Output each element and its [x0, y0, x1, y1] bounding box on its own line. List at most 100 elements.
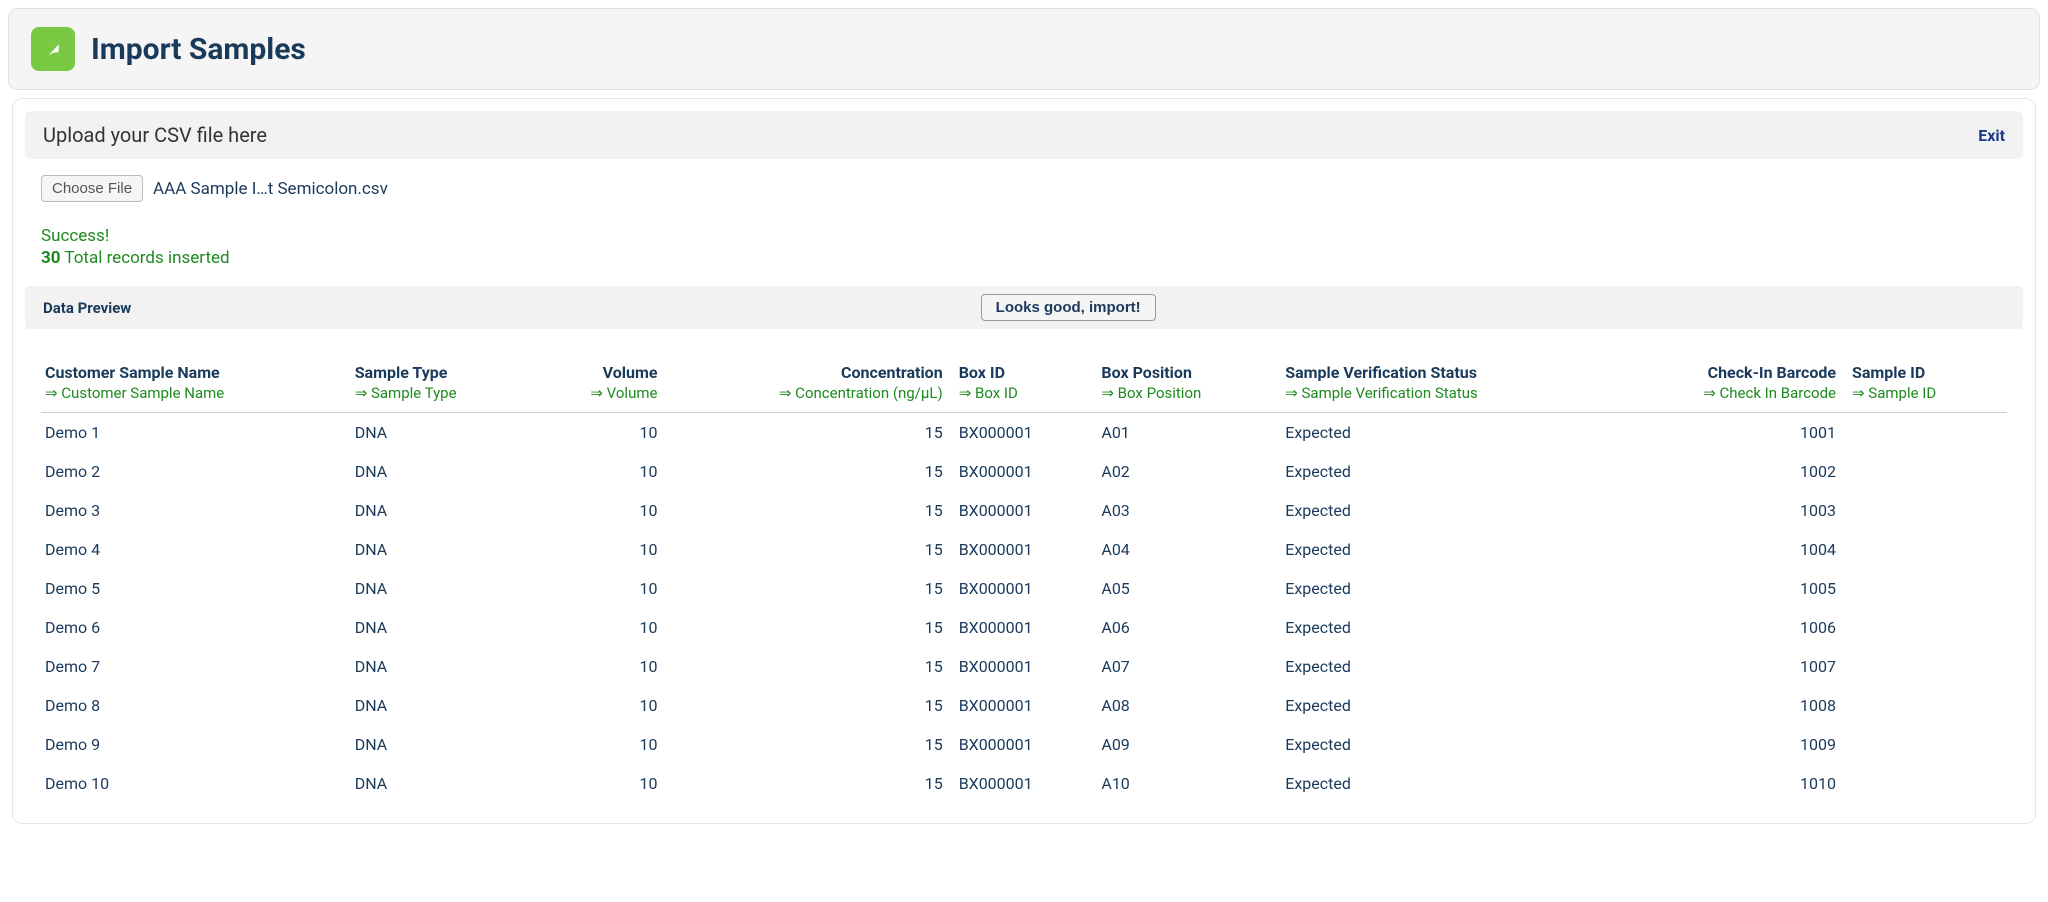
column-mapping: ⇒ Box Position: [1101, 384, 1269, 402]
column-mapping: ⇒ Concentration (ng/µL): [673, 384, 942, 402]
table-cell: 10: [538, 569, 670, 608]
table-row: Demo 1DNA1015BX000001A01Expected1001: [41, 413, 2007, 453]
table-cell: DNA: [351, 608, 538, 647]
table-cell: Demo 2: [41, 452, 351, 491]
table-cell: A07: [1097, 647, 1281, 686]
table-cell: 10: [538, 686, 670, 725]
table-cell: 15: [669, 686, 954, 725]
table-cell: 1010: [1612, 764, 1848, 803]
column-header: Sample Verification Status⇒ Sample Verif…: [1281, 359, 1612, 413]
table-cell: BX000001: [955, 686, 1098, 725]
table-cell: DNA: [351, 569, 538, 608]
page-header: Import Samples: [8, 8, 2040, 90]
table-cell: [1848, 686, 2007, 725]
table-row: Demo 4DNA1015BX000001A04Expected1004: [41, 530, 2007, 569]
selected-filename: AAA Sample I…t Semicolon.csv: [153, 179, 388, 199]
table-cell: Demo 9: [41, 725, 351, 764]
table-cell: BX000001: [955, 608, 1098, 647]
column-label: Sample Type: [355, 363, 448, 382]
table-cell: Demo 7: [41, 647, 351, 686]
preview-center: Looks good, import!: [131, 294, 2005, 321]
column-header: Volume ⇒ Volume: [538, 359, 670, 413]
column-label: Volume: [603, 363, 658, 382]
table-cell: BX000001: [955, 491, 1098, 530]
table-cell: DNA: [351, 725, 538, 764]
table-cell: 1001: [1612, 413, 1848, 453]
table-cell: 1007: [1612, 647, 1848, 686]
table-cell: DNA: [351, 686, 538, 725]
table-cell: [1848, 725, 2007, 764]
table-cell: 1006: [1612, 608, 1848, 647]
table-cell: DNA: [351, 452, 538, 491]
table-cell: 10: [538, 725, 670, 764]
table-row: Demo 3DNA1015BX000001A03Expected1003: [41, 491, 2007, 530]
table-cell: [1848, 530, 2007, 569]
file-chooser-row: Choose File AAA Sample I…t Semicolon.csv: [41, 175, 2007, 202]
table-cell: 15: [669, 569, 954, 608]
table-cell: 10: [538, 608, 670, 647]
table-cell: DNA: [351, 413, 538, 453]
column-label: Customer Sample Name: [45, 363, 220, 382]
table-cell: Expected: [1281, 413, 1612, 453]
import-button[interactable]: Looks good, import!: [981, 294, 1156, 321]
table-cell: 1009: [1612, 725, 1848, 764]
table-cell: A02: [1097, 452, 1281, 491]
records-inserted: 30 Total records inserted: [41, 248, 2007, 268]
table-cell: Expected: [1281, 530, 1612, 569]
table-row: Demo 10DNA1015BX000001A10Expected1010: [41, 764, 2007, 803]
column-label: Check-In Barcode: [1708, 363, 1836, 382]
table-cell: 15: [669, 764, 954, 803]
column-mapping: ⇒ Volume: [542, 384, 658, 402]
exit-link[interactable]: Exit: [1978, 126, 2005, 145]
leaf-icon: [40, 36, 66, 62]
column-mapping: ⇒ Sample Type: [355, 384, 526, 402]
table-cell: Expected: [1281, 452, 1612, 491]
table-cell: DNA: [351, 647, 538, 686]
table-cell: [1848, 764, 2007, 803]
table-cell: 10: [538, 764, 670, 803]
column-header: Box ID⇒ Box ID: [955, 359, 1098, 413]
table-cell: 15: [669, 725, 954, 764]
table-cell: Demo 4: [41, 530, 351, 569]
table-cell: [1848, 647, 2007, 686]
table-cell: Demo 8: [41, 686, 351, 725]
column-header: Sample Type ⇒ Sample Type: [351, 359, 538, 413]
table-cell: 10: [538, 491, 670, 530]
table-cell: Demo 5: [41, 569, 351, 608]
table-cell: A04: [1097, 530, 1281, 569]
app-logo: [31, 27, 75, 71]
data-preview-table: Customer Sample Name ⇒ Customer Sample Na…: [41, 359, 2007, 803]
table-cell: 1005: [1612, 569, 1848, 608]
table-cell: BX000001: [955, 764, 1098, 803]
table-cell: BX000001: [955, 413, 1098, 453]
column-mapping: ⇒ Sample Verification Status: [1285, 384, 1600, 402]
preview-label: Data Preview: [43, 299, 131, 317]
table-cell: Expected: [1281, 686, 1612, 725]
table-cell: 1002: [1612, 452, 1848, 491]
table-cell: DNA: [351, 764, 538, 803]
upload-prompt: Upload your CSV file here: [43, 123, 267, 147]
table-cell: BX000001: [955, 647, 1098, 686]
table-cell: 15: [669, 647, 954, 686]
table-row: Demo 2DNA1015BX000001A02Expected1002: [41, 452, 2007, 491]
table-cell: 10: [538, 413, 670, 453]
table-cell: BX000001: [955, 569, 1098, 608]
table-cell: 10: [538, 647, 670, 686]
table-cell: Expected: [1281, 764, 1612, 803]
column-header: Concentration⇒ Concentration (ng/µL): [669, 359, 954, 413]
column-mapping: ⇒ Customer Sample Name: [45, 384, 339, 402]
table-cell: [1848, 569, 2007, 608]
table-cell: DNA: [351, 491, 538, 530]
table-cell: DNA: [351, 530, 538, 569]
table-cell: [1848, 491, 2007, 530]
choose-file-button[interactable]: Choose File: [41, 175, 143, 202]
table-cell: [1848, 608, 2007, 647]
table-cell: 1008: [1612, 686, 1848, 725]
table-cell: BX000001: [955, 530, 1098, 569]
table-cell: Expected: [1281, 569, 1612, 608]
table-cell: Expected: [1281, 491, 1612, 530]
table-cell: BX000001: [955, 725, 1098, 764]
table-cell: A06: [1097, 608, 1281, 647]
column-mapping: ⇒ Box ID: [959, 384, 1086, 402]
table-cell: Demo 10: [41, 764, 351, 803]
